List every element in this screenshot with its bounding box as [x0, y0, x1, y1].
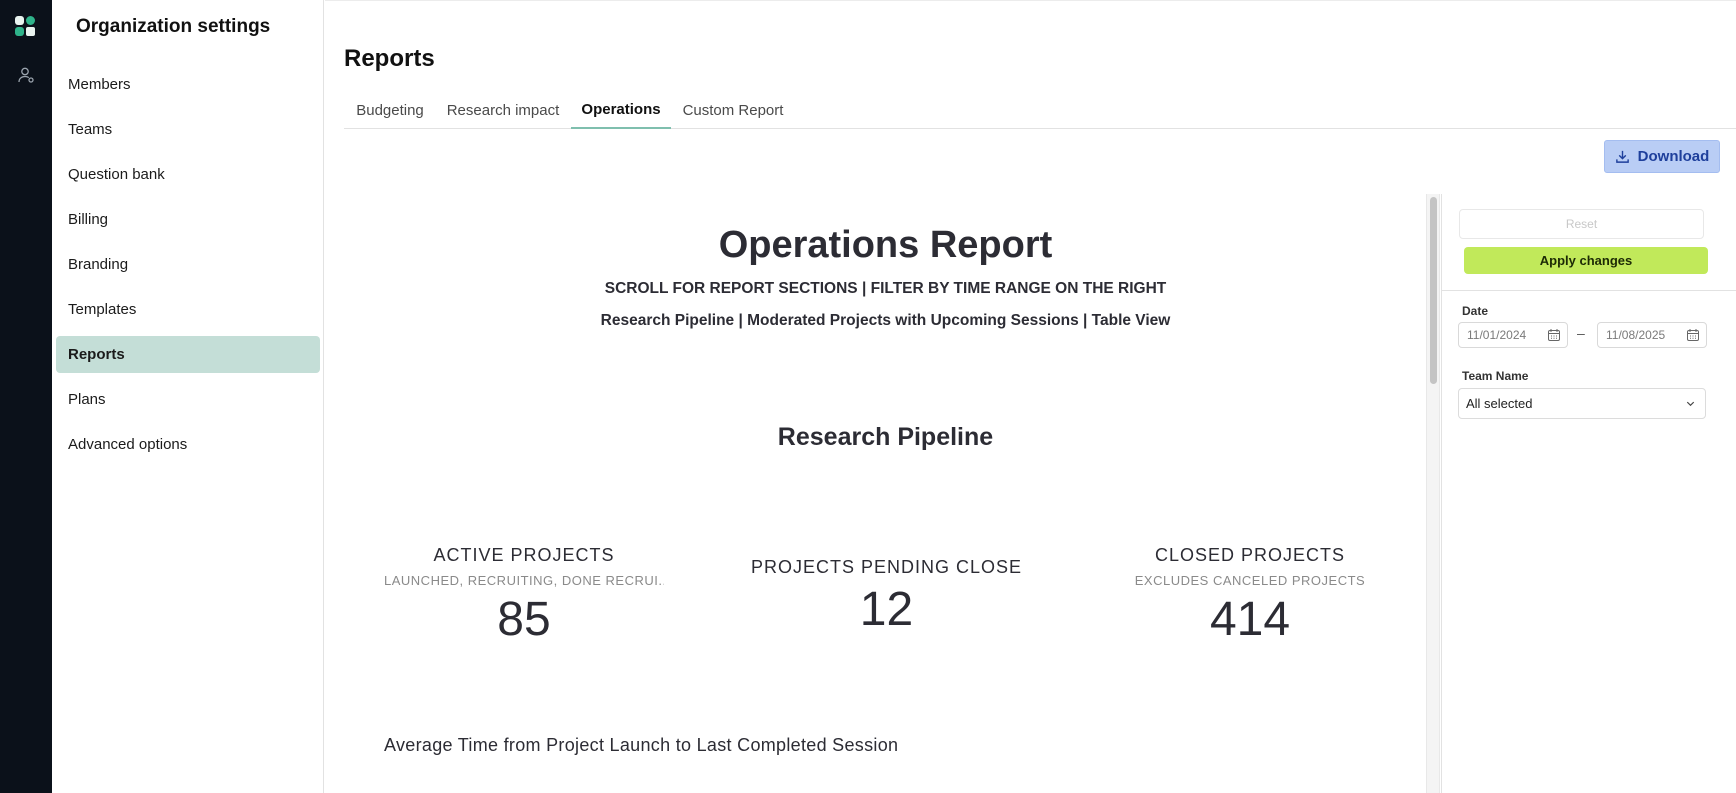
kpi-projects-pending-close: PROJECTS PENDING CLOSE 12	[744, 557, 1029, 637]
calendar-icon[interactable]	[1547, 328, 1561, 342]
report-tabs: Budgeting Research impact Operations Cus…	[344, 92, 1736, 129]
kpi-value: 85	[497, 593, 551, 646]
person-icon[interactable]	[17, 66, 35, 84]
kpi-label: CLOSED PROJECTS	[1154, 545, 1346, 565]
scrollbar-thumb[interactable]	[1430, 197, 1437, 384]
download-label: Download	[1637, 148, 1710, 165]
report-pane: Operations Report SCROLL FOR REPORT SECT…	[344, 194, 1452, 793]
tab-custom-report[interactable]: Custom Report	[677, 92, 789, 129]
sidebar-title: Organization settings	[76, 16, 271, 37]
kpi-sublabel: EXCLUDES CANCELED PROJECTS	[1134, 573, 1366, 588]
main-content: Reports Budgeting Research impact Operat…	[325, 0, 1736, 793]
app-logo-icon[interactable]	[15, 16, 37, 38]
tab-budgeting[interactable]: Budgeting	[344, 92, 436, 129]
report-instructions: SCROLL FOR REPORT SECTIONS | FILTER BY T…	[604, 280, 1167, 297]
sidebar-item-members[interactable]: Members	[56, 66, 320, 103]
team-name-select[interactable]: All selected	[1458, 388, 1706, 419]
date-from-input[interactable]: 11/01/2024	[1458, 322, 1568, 348]
app-rail	[0, 0, 52, 793]
chevron-down-icon	[1686, 401, 1695, 407]
filter-panel: Reset Apply changes Date 11/01/2024 – 11…	[1441, 194, 1736, 793]
sidebar-item-teams[interactable]: Teams	[56, 111, 320, 148]
tab-research-impact[interactable]: Research impact	[443, 92, 563, 129]
sidebar-item-question-bank[interactable]: Question bank	[56, 156, 320, 193]
sidebar-item-reports[interactable]: Reports	[56, 336, 320, 373]
date-filter-label: Date	[1462, 304, 1489, 318]
reset-button[interactable]: Reset	[1459, 209, 1704, 239]
kpi-value: 414	[1209, 593, 1291, 646]
date-range-separator: –	[1577, 325, 1585, 341]
kpi-value: 12	[859, 583, 914, 636]
calendar-icon[interactable]	[1686, 328, 1700, 342]
section-title-average-time: Average Time from Project Launch to Last…	[384, 735, 899, 755]
team-name-label: Team Name	[1462, 369, 1529, 383]
sidebar-item-templates[interactable]: Templates	[56, 291, 320, 328]
apply-changes-button[interactable]: Apply changes	[1464, 247, 1708, 274]
settings-sidebar: Organization settings Members Teams Ques…	[52, 0, 324, 793]
sidebar-item-advanced-options[interactable]: Advanced options	[56, 426, 320, 463]
sidebar-item-billing[interactable]: Billing	[56, 201, 320, 238]
kpi-active-projects: ACTIVE PROJECTS LAUNCHED, RECRUITING, DO…	[384, 545, 664, 647]
report-section-links[interactable]: Research Pipeline | Moderated Projects w…	[344, 312, 1427, 330]
tab-operations[interactable]: Operations	[571, 92, 671, 129]
sidebar-item-plans[interactable]: Plans	[56, 381, 320, 418]
download-button[interactable]: Download	[1604, 140, 1720, 173]
date-from-value: 11/01/2024	[1467, 328, 1527, 342]
kpi-sublabel: LAUNCHED, RECRUITING, DONE RECRUI...	[384, 573, 664, 588]
section-title-research-pipeline: Research Pipeline	[777, 423, 994, 451]
kpi-closed-projects: CLOSED PROJECTS EXCLUDES CANCELED PROJEC…	[1110, 545, 1390, 647]
kpi-label: PROJECTS PENDING CLOSE	[750, 557, 1023, 577]
team-name-value: All selected	[1466, 396, 1533, 411]
report-title: Operations Report	[718, 224, 1053, 266]
page-title: Reports	[344, 45, 435, 72]
download-icon	[1615, 150, 1629, 163]
date-to-value: 11/08/2025	[1606, 328, 1666, 342]
date-to-input[interactable]: 11/08/2025	[1597, 322, 1707, 348]
sidebar-item-branding[interactable]: Branding	[56, 246, 320, 283]
report-scrollbar[interactable]	[1426, 194, 1440, 793]
kpi-label: ACTIVE PROJECTS	[433, 545, 615, 565]
filter-divider	[1442, 290, 1736, 291]
